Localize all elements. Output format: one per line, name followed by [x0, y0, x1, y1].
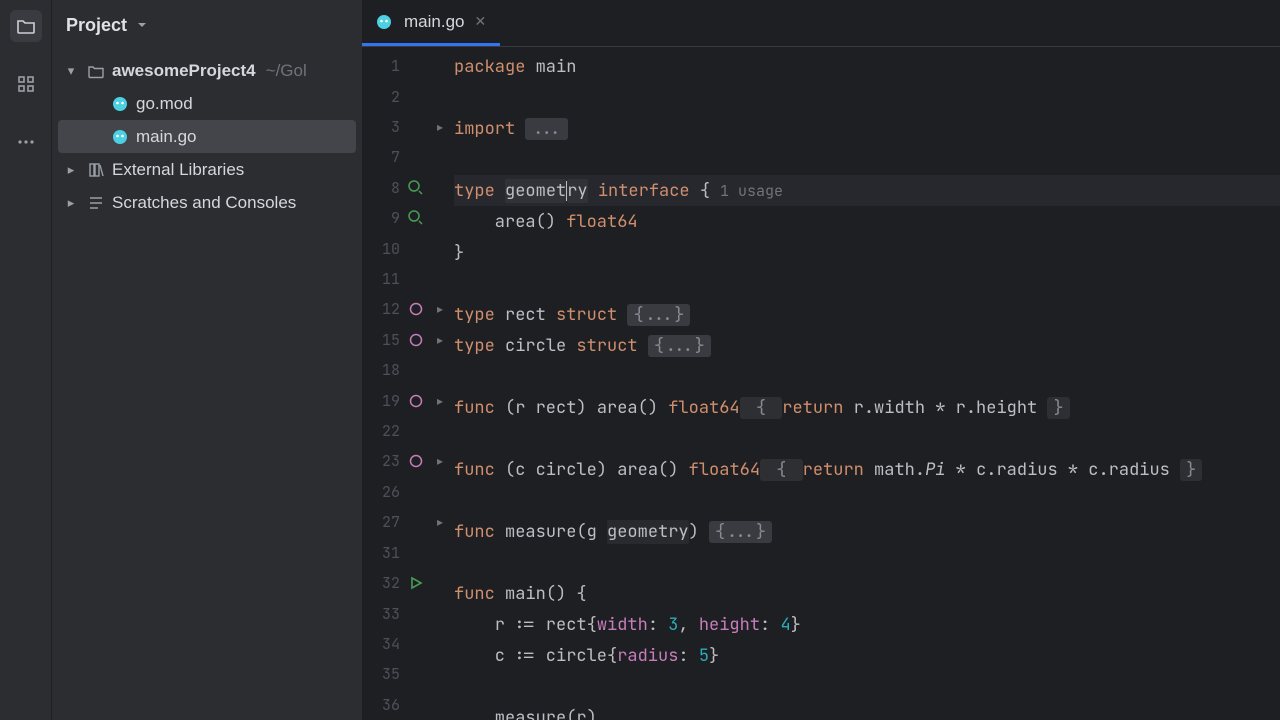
go-file-icon — [110, 128, 130, 146]
interface-icon[interactable] — [406, 393, 426, 409]
fold-icon[interactable]: ▸ — [432, 394, 448, 408]
fold-icon[interactable]: ▸ — [432, 515, 448, 529]
run-icon[interactable] — [406, 575, 426, 591]
folder-icon — [86, 62, 106, 80]
go-file-icon — [110, 95, 130, 113]
editor-area: main.go ✕ 1▸ 2▸ 3▸ 7▸ 8▸ 9▸ 10▸ 11▸ 12▸ … — [362, 0, 1280, 720]
gutter: 1▸ 2▸ 3▸ 7▸ 8▸ 9▸ 10▸ 11▸ 12▸ 15▸ 18▸ 19… — [362, 47, 454, 720]
close-icon[interactable]: ✕ — [474, 13, 486, 30]
tree-file-maingo[interactable]: main.go — [58, 120, 356, 153]
interface-icon[interactable] — [406, 301, 426, 317]
go-file-icon — [374, 13, 394, 31]
interface-icon[interactable] — [406, 332, 426, 348]
tree-file-gomod[interactable]: go.mod — [58, 87, 356, 120]
tree-root[interactable]: ▾ awesomeProject4 ~/Gol — [58, 54, 356, 87]
fold-icon[interactable]: ▸ — [432, 120, 448, 134]
editor-tab-maingo[interactable]: main.go ✕ — [362, 0, 500, 46]
fold-icon[interactable]: ▸ — [432, 302, 448, 316]
tree-external-libs[interactable]: ▸ External Libraries — [58, 153, 356, 186]
project-tree: ▾ awesomeProject4 ~/Gol go.mod main.go ▸… — [52, 50, 362, 720]
fold-icon[interactable]: ▸ — [432, 454, 448, 468]
panel-title: Project — [66, 15, 127, 36]
code-content[interactable]: package main import ... type geometry in… — [454, 47, 1280, 720]
structure-icon — [16, 74, 36, 94]
editor-tabbar: main.go ✕ — [362, 0, 1280, 47]
fold-icon[interactable]: ▸ — [432, 333, 448, 347]
project-tool-button[interactable] — [10, 10, 42, 42]
more-tool-button[interactable] — [10, 126, 42, 158]
chevron-down-icon — [135, 18, 149, 32]
implements-icon[interactable] — [406, 180, 426, 196]
usage-hint[interactable]: 1 usage — [720, 181, 783, 201]
tab-label: main.go — [404, 12, 464, 32]
tree-scratches[interactable]: ▸ Scratches and Consoles — [58, 186, 356, 219]
scratches-icon — [86, 194, 106, 212]
project-panel-header[interactable]: Project — [52, 0, 362, 50]
implements-icon[interactable] — [406, 210, 426, 226]
activity-bar — [0, 0, 52, 720]
interface-icon[interactable] — [406, 453, 426, 469]
project-panel: Project ▾ awesomeProject4 ~/Gol go.mod m… — [52, 0, 362, 720]
structure-tool-button[interactable] — [10, 68, 42, 100]
libraries-icon — [86, 161, 106, 179]
more-icon — [16, 132, 36, 152]
editor-body[interactable]: 1▸ 2▸ 3▸ 7▸ 8▸ 9▸ 10▸ 11▸ 12▸ 15▸ 18▸ 19… — [362, 47, 1280, 720]
folder-icon — [16, 16, 36, 36]
